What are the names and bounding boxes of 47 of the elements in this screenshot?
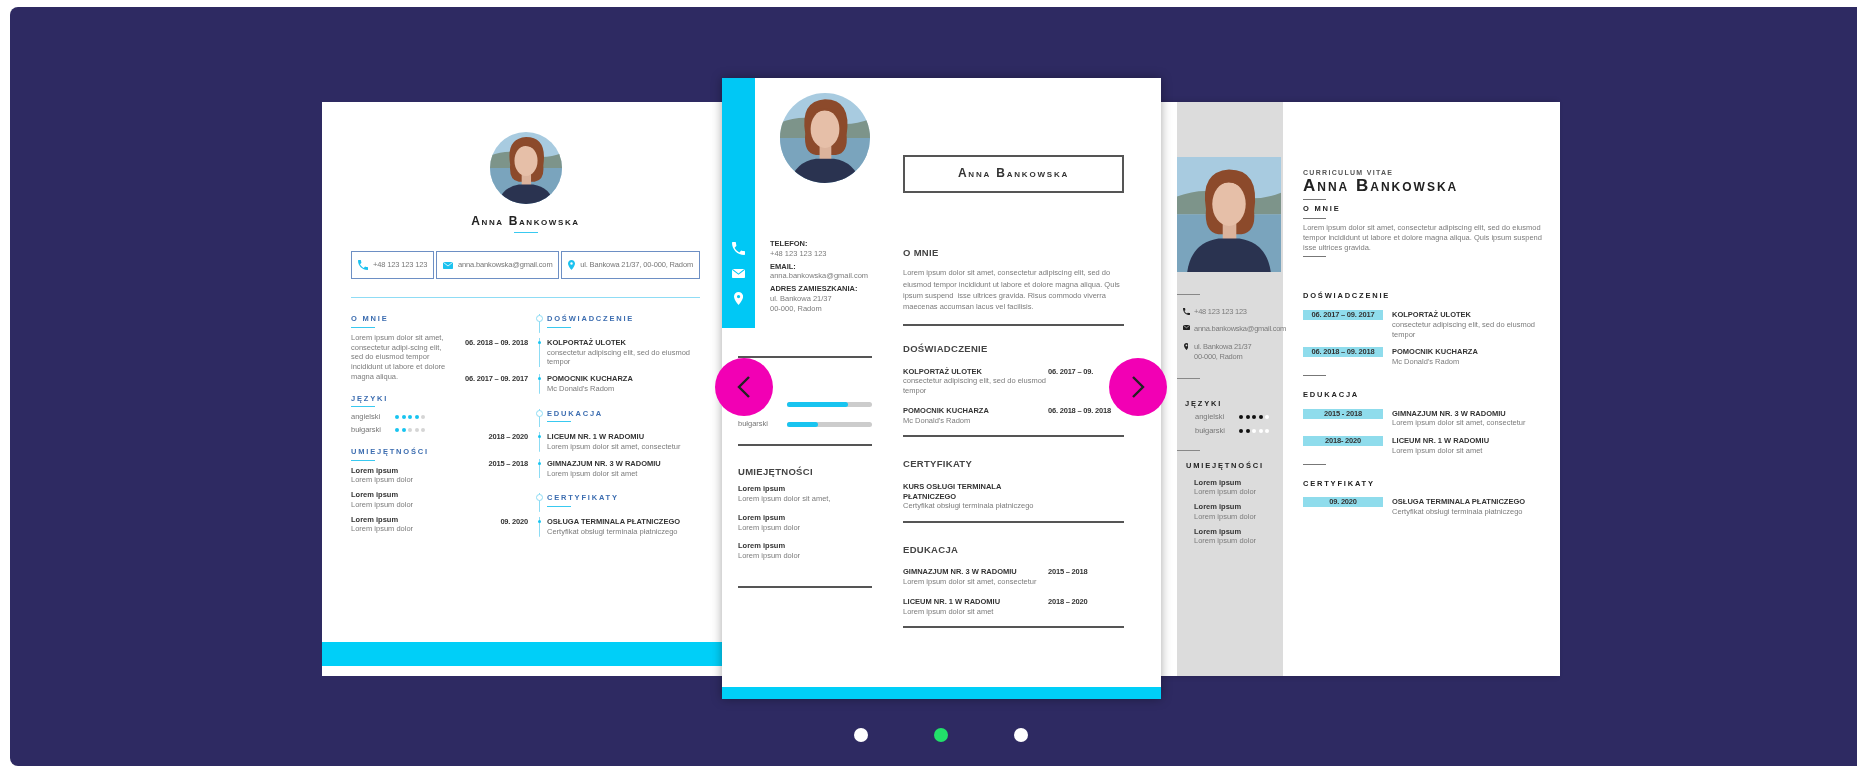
timeline-dot (537, 340, 541, 344)
rating-dot (1245, 428, 1250, 433)
phone-icon (358, 260, 368, 271)
timeline-dot (537, 377, 541, 381)
carousel-dot[interactable] (854, 728, 868, 742)
rating-dot (408, 427, 412, 432)
resume-name: Anna Bankowska (903, 155, 1124, 193)
carousel-dot[interactable] (1014, 728, 1028, 742)
rating-dot (1245, 415, 1250, 420)
pin-icon (568, 260, 576, 271)
timeline-node (535, 315, 543, 323)
timeline-dot (537, 435, 541, 439)
pin-icon (733, 292, 744, 306)
rating-dot (401, 415, 406, 420)
resume-name: Anna Bankowska (1303, 176, 1460, 196)
rating-dot (395, 427, 399, 432)
section-heading: CERTYFIKATY (903, 458, 974, 471)
section-heading: EDUKACJA (903, 544, 960, 557)
rating-dot (414, 415, 419, 420)
chevron-left-icon (737, 375, 751, 399)
envelope-icon (443, 261, 453, 269)
rating-dot (395, 415, 399, 420)
timeline-node (535, 494, 543, 502)
phone-icon (1182, 307, 1190, 315)
resume-name: Anna Bankowska (471, 213, 580, 230)
timeline-dot (537, 461, 541, 465)
rating-dot (401, 427, 406, 432)
phone-icon (732, 242, 745, 255)
rating-dot (414, 427, 419, 432)
rating-dot (1252, 415, 1256, 420)
timeline-dot (537, 520, 541, 524)
timeline-node (535, 409, 543, 417)
section-heading: UMIEJĘTNOŚCI (738, 466, 814, 479)
envelope-icon (732, 269, 745, 279)
rating-dot (1239, 415, 1243, 420)
carousel-dot[interactable] (934, 728, 948, 742)
rating-dot (408, 415, 412, 420)
rating-dot (1258, 428, 1263, 433)
rating-dot (421, 415, 425, 420)
rating-dot (1239, 428, 1243, 433)
rating-dot (1258, 415, 1263, 420)
section-heading: DOŚWIADCZENIE (903, 343, 989, 356)
chevron-right-icon (1131, 375, 1145, 399)
envelope-icon (1182, 325, 1190, 331)
rating-dot (421, 427, 425, 432)
pin-icon (1183, 343, 1189, 350)
section-heading: O MNIE (903, 247, 940, 260)
